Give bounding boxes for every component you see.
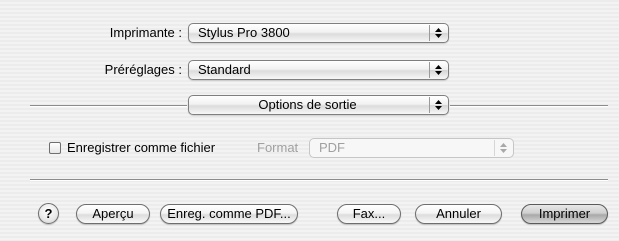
cancel-button[interactable]: Annuler [415,204,502,224]
save-as-pdf-button[interactable]: Enreg. comme PDF... [160,204,298,224]
format-label: Format [257,140,299,155]
help-icon[interactable]: ? [38,203,59,224]
section-divider-right [450,105,608,107]
save-as-file-checkbox[interactable] [49,142,61,154]
format-popup[interactable]: PDF [309,138,514,158]
preview-button[interactable]: Aperçu [76,204,150,224]
presets-popup[interactable]: Standard [188,60,449,80]
printer-label: Imprimante : [109,25,182,40]
section-divider-left [30,105,187,107]
save-as-file-label[interactable]: Enregistrer comme fichier [67,140,215,156]
print-button[interactable]: Imprimer [521,204,608,224]
section-value: Options de sortie [258,97,357,112]
popup-arrows-icon [429,62,447,78]
printer-value: Stylus Pro 3800 [198,25,290,40]
presets-label: Préréglages : [104,62,182,77]
format-value: PDF [319,140,345,155]
popup-arrows-icon [429,97,447,113]
presets-value: Standard [198,62,251,77]
bottom-divider [30,179,608,181]
popup-arrows-icon [429,25,447,41]
printer-popup[interactable]: Stylus Pro 3800 [188,23,449,43]
fax-button[interactable]: Fax... [337,204,401,224]
popup-arrows-icon [494,140,512,156]
section-popup[interactable]: Options de sortie [188,95,449,115]
